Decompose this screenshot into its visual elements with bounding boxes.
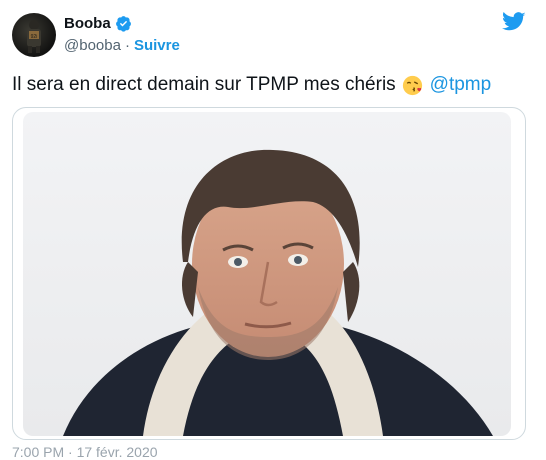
- author-handle[interactable]: @booba: [64, 37, 121, 54]
- media-container[interactable]: [12, 107, 526, 440]
- tweet-text: Il sera en direct demain sur TPMP mes ch…: [12, 72, 491, 98]
- avatar-figure: 92i: [27, 20, 41, 53]
- follow-button[interactable]: Suivre: [134, 37, 180, 54]
- tweet-photo[interactable]: [23, 112, 511, 436]
- tweet-card: 92i Booba @booba · Suivre Il sera en dir…: [0, 0, 546, 460]
- tweet-timestamp[interactable]: 7:00 PM · 17 févr. 2020: [12, 444, 158, 460]
- tweet-body: Il sera en direct demain sur TPMP mes ch…: [12, 74, 396, 95]
- mention-link[interactable]: @tpmp: [430, 72, 492, 98]
- kissing-face-with-heart-emoji: [402, 75, 422, 95]
- author-handle-row: @booba · Suivre: [64, 37, 180, 54]
- portrait-illustration: [63, 149, 493, 436]
- separator-dot: ·: [124, 37, 130, 54]
- twitter-bird-icon[interactable]: [502, 12, 526, 32]
- avatar[interactable]: 92i: [12, 13, 56, 57]
- svg-text:92i: 92i: [31, 34, 38, 40]
- author-name-row: Booba: [64, 15, 132, 32]
- verified-badge-icon: [115, 16, 131, 32]
- author-name[interactable]: Booba: [64, 15, 111, 32]
